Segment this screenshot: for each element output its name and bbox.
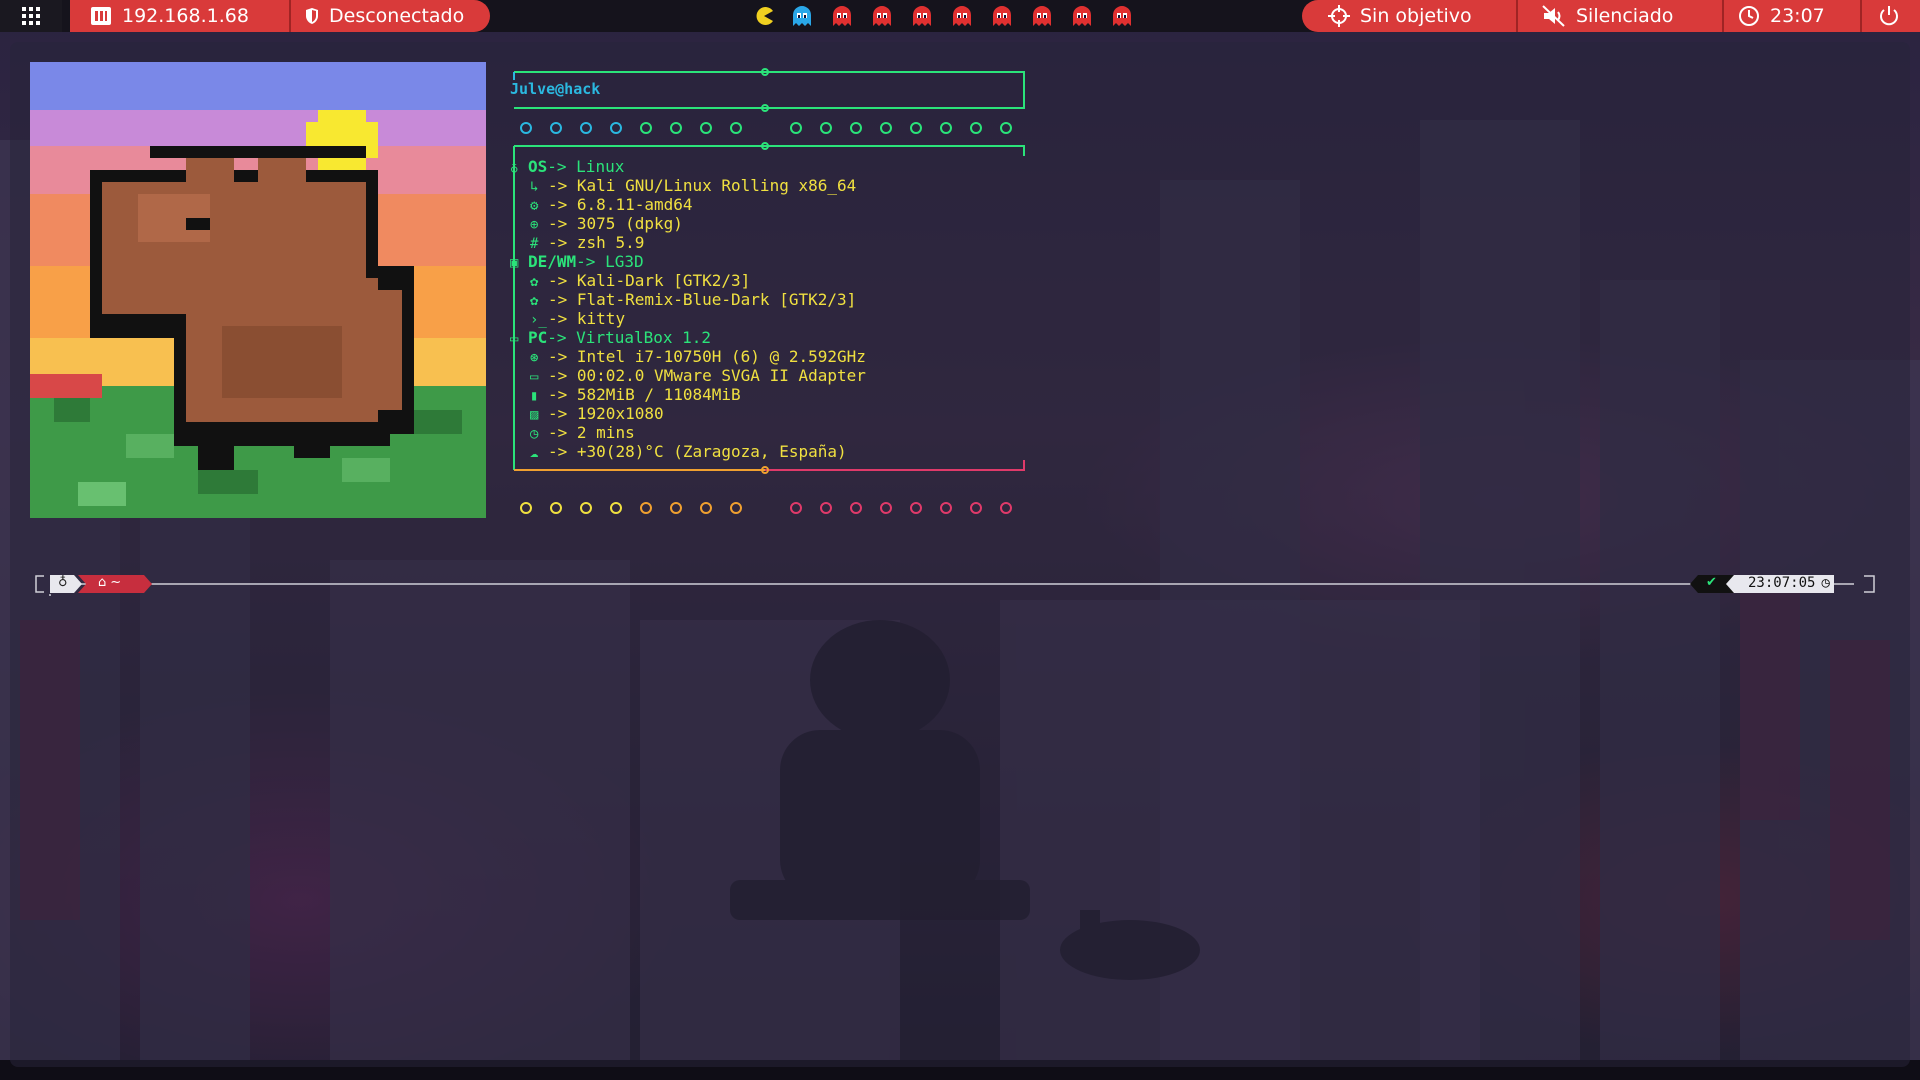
power-button[interactable] xyxy=(1878,0,1900,32)
shield-icon xyxy=(306,8,318,24)
target-widget[interactable]: Sin objetivo xyxy=(1328,0,1472,32)
ghost-icon[interactable] xyxy=(1070,4,1094,28)
ghost-icon[interactable] xyxy=(830,4,854,28)
divider xyxy=(1516,0,1518,32)
os-header-row: ♁ OS-> Linux xyxy=(510,157,625,176)
prompt-path: ~ xyxy=(110,575,122,590)
shell-prompt[interactable] xyxy=(34,572,1876,596)
home-icon: ⌂ xyxy=(98,575,107,590)
pacman-icon[interactable] xyxy=(754,6,774,26)
crosshair-icon xyxy=(1328,5,1350,27)
apps-grid-icon xyxy=(22,7,40,25)
volume-label: Silenciado xyxy=(1576,5,1674,27)
target-label: Sin objetivo xyxy=(1360,5,1472,27)
pc-header-row: ▭ PC-> VirtualBox 1.2 xyxy=(510,328,712,347)
workspace-indicators xyxy=(754,3,1134,29)
system-info-fetch: Julve@hack ♁ OS-> Linux ↳ -> Kali GNU/Linu… xyxy=(500,60,1040,530)
de-header-row: ▣ DE/WM-> LG3D xyxy=(510,252,644,271)
gpu-row: ▭ -> 00:02.0 VMware SVGA II Adapter xyxy=(530,366,866,385)
kali-icon: ♁ xyxy=(510,160,519,176)
ghost-icon[interactable] xyxy=(1110,4,1134,28)
vpn-status-label: Desconectado xyxy=(329,5,465,27)
capybara-pixel-art xyxy=(30,62,486,518)
ghost-icon[interactable] xyxy=(910,4,934,28)
top-panel: 192.168.1.68 Desconectado Sin objetivo S… xyxy=(0,0,1920,32)
ip-address-label: 192.168.1.68 xyxy=(122,5,249,27)
clock-icon xyxy=(1739,6,1759,26)
divider xyxy=(289,0,291,32)
laptop-icon: ▭ xyxy=(510,331,519,347)
weather-row: ☁ -> +30(28)°C (Zaragoza, España) xyxy=(530,442,847,461)
icon-theme-row: ✿ -> Flat-Remix-Blue-Dark [GTK2/3] xyxy=(530,290,857,309)
prompt-time: 23:07:05 ◷ xyxy=(1748,575,1830,591)
volume-widget[interactable]: Silenciado xyxy=(1542,0,1673,32)
divider xyxy=(1722,0,1724,32)
clock-icon: ◷ xyxy=(1821,575,1830,591)
packages-row: ⊕ -> 3075 (dpkg) xyxy=(530,214,683,233)
window-icon: ▣ xyxy=(510,255,519,271)
divider xyxy=(1860,0,1862,32)
mute-icon xyxy=(1542,5,1565,27)
prompt-os-icon: ♁ xyxy=(58,575,68,590)
shell-row: # -> zsh 5.9 xyxy=(530,233,645,252)
app-launcher-button[interactable] xyxy=(0,0,62,32)
ghost-icon[interactable] xyxy=(870,4,894,28)
weather-icon: ☁ xyxy=(530,445,539,461)
resolution-row: ▨ -> 1920x1080 xyxy=(530,404,664,423)
ghost-icon[interactable] xyxy=(790,4,814,28)
ghost-icon[interactable] xyxy=(1030,4,1054,28)
network-icon xyxy=(91,7,111,25)
ghost-icon[interactable] xyxy=(990,4,1014,28)
terminal-row: ›_-> kitty xyxy=(530,309,626,328)
memory-row: ▮ -> 582MiB / 11084MiB xyxy=(530,385,741,404)
vpn-status-widget[interactable]: Desconectado xyxy=(305,0,464,32)
prompt-home-segment: ⌂ ~ xyxy=(98,575,121,590)
kernel-version-row: ⚙ -> 6.8.11-amd64 xyxy=(530,195,693,214)
uptime-row: ◷ -> 2 mins xyxy=(530,423,635,442)
clock-label: 23:07 xyxy=(1770,5,1825,27)
user-host-label: Julve@hack xyxy=(510,80,601,98)
ghost-icon[interactable] xyxy=(950,4,974,28)
clock-widget[interactable]: 23:07 xyxy=(1738,0,1825,32)
kernel-os-row: ↳ -> Kali GNU/Linux Rolling x86_64 xyxy=(530,176,857,195)
cpu-row: ⊛ -> Intel i7-10750H (6) @ 2.592GHz xyxy=(530,347,866,366)
prompt-status-ok: ✔ xyxy=(1706,575,1717,590)
ip-address-widget[interactable]: 192.168.1.68 xyxy=(90,0,249,32)
power-icon xyxy=(1880,6,1898,26)
gtk-theme-row: ✿ -> Kali-Dark [GTK2/3] xyxy=(530,271,751,290)
